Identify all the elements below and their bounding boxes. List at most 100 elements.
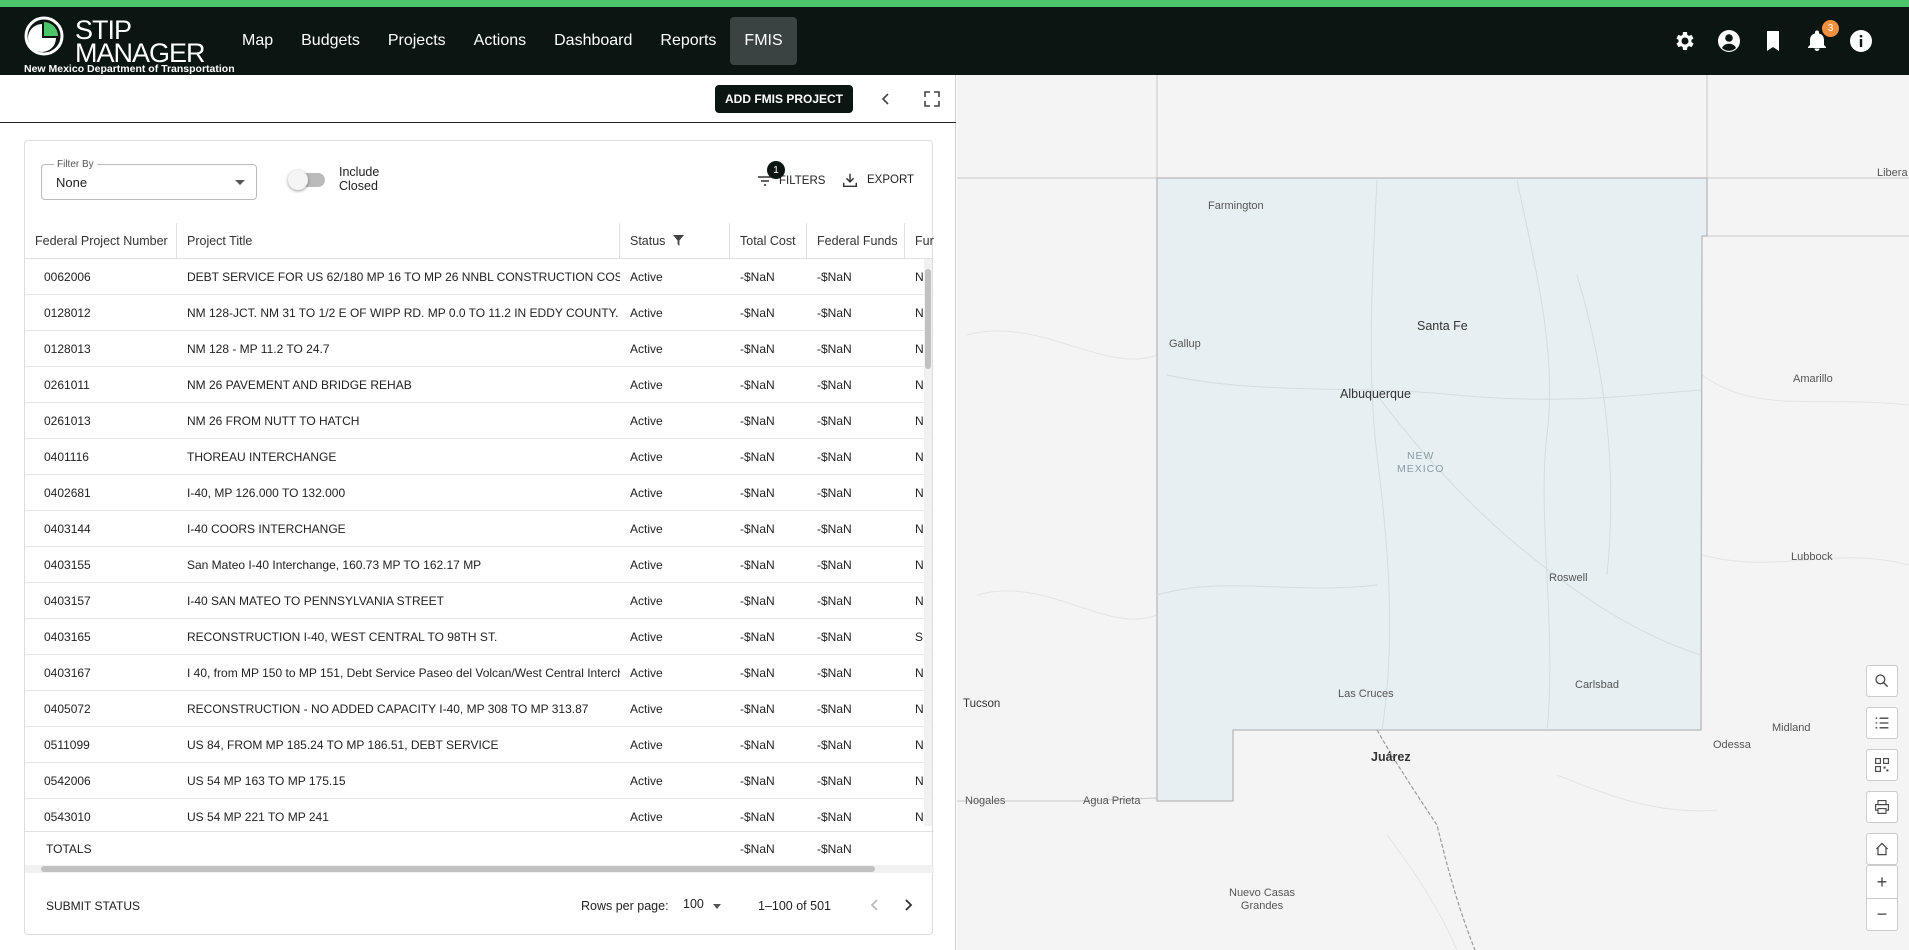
app-logo[interactable]: STIP MANAGER New Mexico Department of Tr…	[24, 13, 235, 75]
filter-by-value: None	[56, 175, 88, 190]
next-page-icon[interactable]	[898, 895, 918, 915]
account-icon[interactable]	[1717, 29, 1741, 53]
nav-projects[interactable]: Projects	[374, 17, 460, 65]
nav-icons: 3	[1673, 7, 1873, 75]
table-row[interactable]: 0062006 DEBT SERVICE FOR US 62/180 MP 16 …	[25, 259, 934, 295]
table-row[interactable]: 0543010 US 54 MP 221 TO MP 241 Active -$NaN…	[25, 799, 934, 831]
add-fmis-project-button[interactable]: ADD FMIS PROJECT	[715, 85, 854, 113]
row-total-cost: -$NaN	[740, 809, 775, 824]
table-row[interactable]: 0261013 NM 26 FROM NUTT TO HATCH Active -$N…	[25, 403, 934, 439]
col-project-title[interactable]: Project Title	[177, 223, 620, 258]
row-federal-funds: -$NaN	[817, 593, 852, 608]
home-icon[interactable]	[1866, 833, 1898, 865]
row-total-cost: -$NaN	[740, 701, 775, 716]
table-row[interactable]: 0511099 US 84, FROM MP 185.24 TO MP 186.5…	[25, 727, 934, 763]
col-fund[interactable]: Fur	[905, 223, 934, 258]
filters-button[interactable]: FILTERS	[755, 171, 825, 191]
nav-dashboard[interactable]: Dashboard	[540, 17, 646, 65]
vertical-scrollbar[interactable]	[924, 259, 932, 826]
row-federal-funds: -$NaN	[817, 629, 852, 644]
row-federal-funds: -$NaN	[817, 557, 852, 572]
col-federal-project-number[interactable]: Federal Project Number	[25, 223, 177, 258]
row-project-title: US 54 MP 163 TO MP 175.15	[187, 773, 346, 788]
row-federal-funds: -$NaN	[817, 521, 852, 536]
horizontal-scroll-thumb[interactable]	[41, 866, 875, 872]
table-row[interactable]: 0403155 San Mateo I-40 Interchange, 160.7…	[25, 547, 934, 583]
table-row[interactable]: 0128012 NM 128-JCT. NM 31 TO 1/2 E OF WIP…	[25, 295, 934, 331]
submit-status-button[interactable]: SUBMIT STATUS	[46, 899, 140, 913]
zoom-control: + −	[1866, 865, 1898, 931]
nav-map[interactable]: Map	[228, 17, 287, 65]
row-status: Active	[630, 377, 663, 392]
row-project-number: 0403167	[44, 665, 91, 680]
nav-fmis[interactable]: FMIS	[730, 17, 797, 65]
map-label-liberal: Libera	[1877, 167, 1908, 179]
print-icon[interactable]	[1866, 791, 1898, 823]
table-row[interactable]: 0403167 I 40, from MP 150 to MP 151, Debt…	[25, 655, 934, 691]
bookmark-icon[interactable]	[1761, 29, 1785, 53]
map-view[interactable]: Farmington Gallup Santa Fe Albuquerque N…	[957, 75, 1909, 950]
map-label-las-cruces: Las Cruces	[1338, 688, 1394, 700]
export-button[interactable]: EXPORT	[841, 171, 914, 189]
row-project-title: RECONSTRUCTION - NO ADDED CAPACITY I-40,…	[187, 701, 589, 716]
filter-funnel-icon[interactable]	[673, 235, 685, 246]
row-total-cost: -$NaN	[740, 521, 775, 536]
collapse-panel-icon[interactable]	[876, 89, 896, 109]
col-federal-funds[interactable]: Federal Funds	[807, 223, 905, 258]
table-row[interactable]: 0403157 I-40 SAN MATEO TO PENNSYLVANIA ST…	[25, 583, 934, 619]
row-total-cost: -$NaN	[740, 485, 775, 500]
horizontal-scrollbar[interactable]	[25, 865, 934, 873]
col-status-label: Status	[630, 233, 666, 248]
prev-page-icon[interactable]	[865, 895, 885, 915]
row-federal-funds: -$NaN	[817, 377, 852, 392]
legend-list-icon[interactable]	[1866, 707, 1898, 739]
map-label-roswell: Roswell	[1549, 572, 1588, 584]
nav-budgets[interactable]: Budgets	[287, 17, 374, 65]
row-total-cost: -$NaN	[740, 413, 775, 428]
table-row[interactable]: 0261011 NM 26 PAVEMENT AND BRIDGE REHAB Ac…	[25, 367, 934, 403]
map-label-agua-prieta: Agua Prieta	[1083, 795, 1141, 807]
row-project-number: 0511099	[44, 737, 90, 752]
info-icon[interactable]	[1849, 29, 1873, 53]
table-row[interactable]: 0403165 RECONSTRUCTION I-40, WEST CENTRAL…	[25, 619, 934, 655]
table-row[interactable]: 0542006 US 54 MP 163 TO MP 175.15 Active -$…	[25, 763, 934, 799]
export-label: EXPORT	[867, 174, 915, 186]
row-status: Active	[630, 629, 663, 644]
col-total-cost[interactable]: Total Cost	[730, 223, 807, 258]
include-closed-label: Include Closed	[339, 165, 380, 193]
zoom-in-button[interactable]: +	[1867, 866, 1897, 898]
search-icon[interactable]	[1866, 665, 1898, 697]
table-header: Federal Project Number Project Title Sta…	[25, 223, 934, 259]
row-status: Active	[630, 269, 663, 284]
row-project-title: US 54 MP 221 TO MP 241	[187, 809, 329, 824]
rows-per-page-select[interactable]: 100	[683, 897, 704, 911]
zoom-out-button[interactable]: −	[1867, 898, 1897, 930]
qr-code-icon[interactable]	[1866, 749, 1898, 781]
table-row[interactable]: 0403144 I-40 COORS INTERCHANGE Active -$NaN…	[25, 511, 934, 547]
nav-actions[interactable]: Actions	[460, 17, 540, 65]
gear-icon[interactable]	[1673, 29, 1697, 53]
bell-icon[interactable]: 3	[1805, 20, 1839, 53]
table-row[interactable]: 0401116 THOREAU INTERCHANGE Active -$NaN -$N…	[25, 439, 934, 475]
fullscreen-icon[interactable]	[922, 89, 942, 109]
row-status: Active	[630, 593, 663, 608]
panel-toolbar: ADD FMIS PROJECT	[0, 75, 956, 123]
row-total-cost: -$NaN	[740, 773, 775, 788]
table-row[interactable]: 0128013 NM 128 - MP 11.2 TO 24.7 Active -$N…	[25, 331, 934, 367]
map-label-juarez: Juárez	[1371, 750, 1411, 764]
row-status: Active	[630, 701, 663, 716]
map-label-albuquerque: Albuquerque	[1340, 387, 1411, 401]
row-project-number: 0261013	[44, 413, 91, 428]
include-closed-toggle[interactable]	[288, 170, 325, 190]
row-status: Active	[630, 341, 663, 356]
vertical-scroll-thumb[interactable]	[925, 269, 931, 369]
nav-reports[interactable]: Reports	[646, 17, 730, 65]
row-project-title: I-40 COORS INTERCHANGE	[187, 521, 346, 536]
col-status[interactable]: Status	[620, 223, 730, 258]
filter-by-select[interactable]: Filter By None	[41, 159, 257, 200]
row-project-number: 0403144	[44, 521, 91, 536]
row-total-cost: -$NaN	[740, 377, 775, 392]
table-row[interactable]: 0405072 RECONSTRUCTION - NO ADDED CAPACIT…	[25, 691, 934, 727]
map-label-carlsbad: Carlsbad	[1575, 679, 1620, 691]
table-row[interactable]: 0402681 I-40, MP 126.000 TO 132.000 Active…	[25, 475, 934, 511]
